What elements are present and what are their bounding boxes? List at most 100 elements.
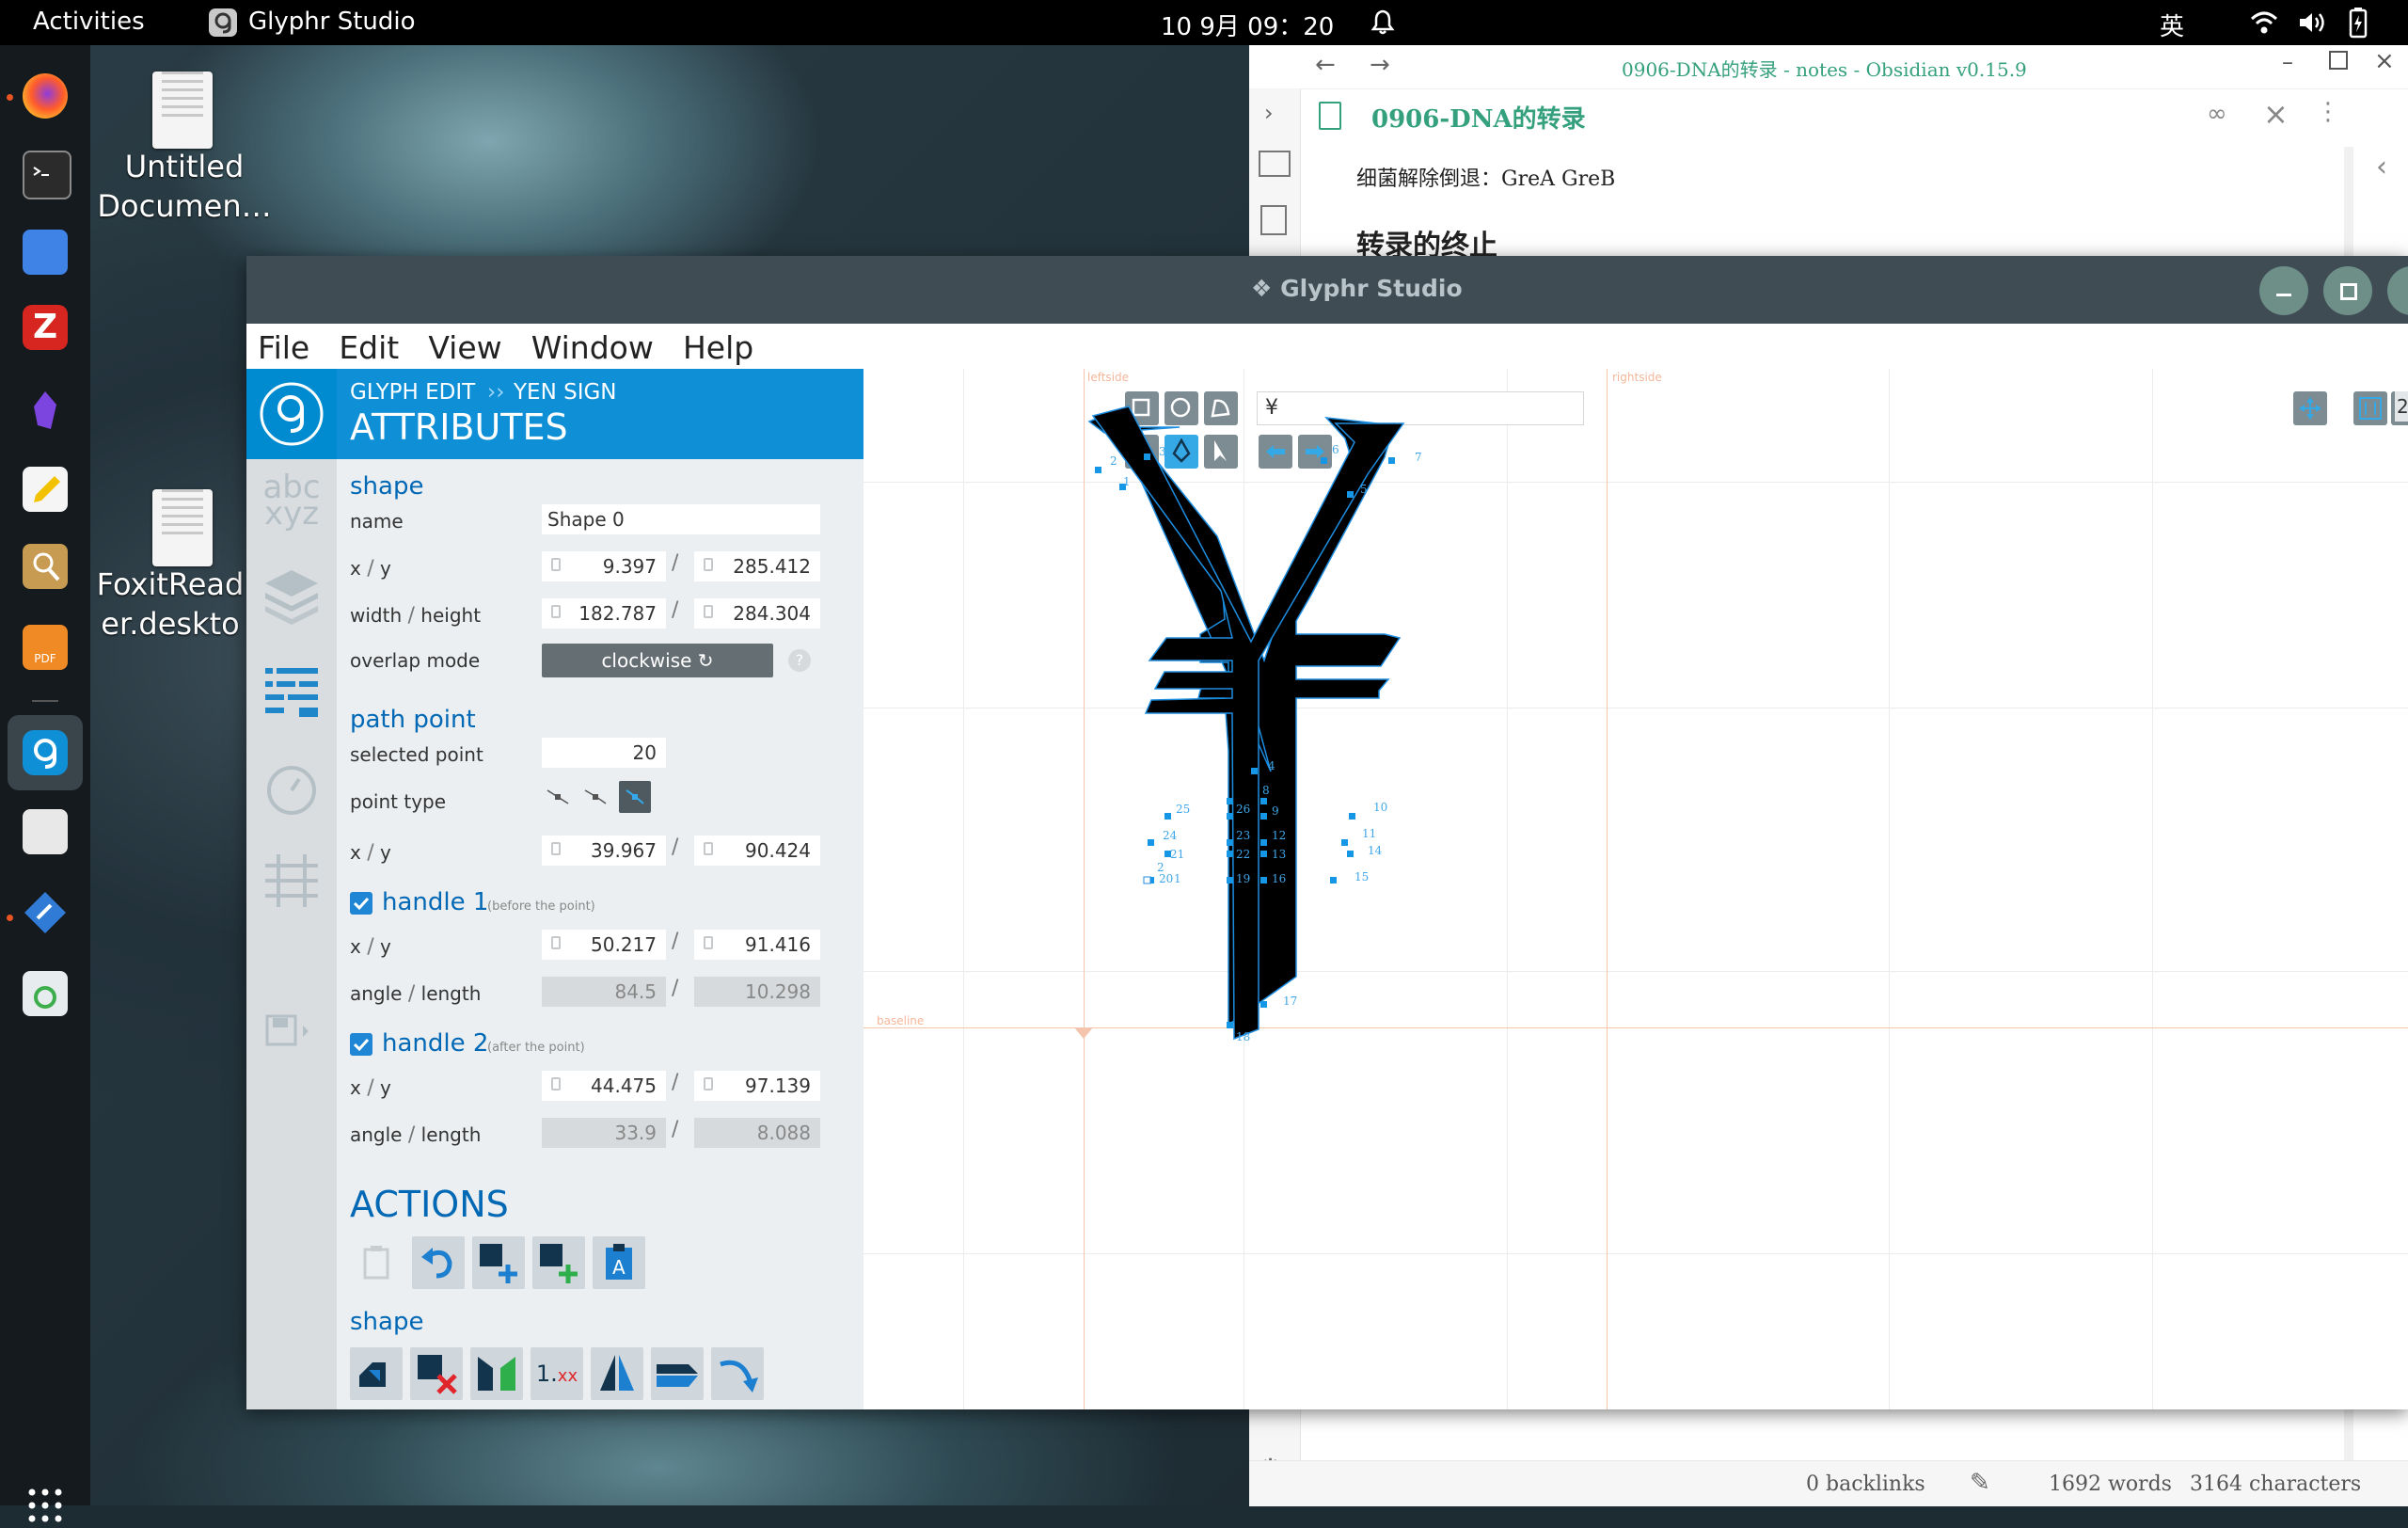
shape-width-input[interactable]: 182.787 — [542, 598, 666, 629]
handle1-y-input[interactable]: 91.416 — [694, 930, 820, 960]
flip-horizontal-icon[interactable] — [470, 1347, 523, 1400]
edit-pencil-icon[interactable]: ✎ — [1970, 1469, 1990, 1497]
lock-icon[interactable] — [704, 842, 713, 855]
round-values-icon[interactable]: 1.xx — [531, 1347, 583, 1400]
point-type-symmetric-icon[interactable] — [619, 781, 651, 813]
zoom-level-readout[interactable]: 2( — [2395, 391, 2408, 422]
point-type-corner-icon[interactable] — [544, 783, 572, 815]
desktop-file-foxit-label[interactable]: FoxitRead er.deskto — [90, 565, 250, 644]
terminal-icon[interactable] — [23, 151, 71, 199]
copy-shape-icon[interactable] — [350, 1347, 403, 1400]
paste-icon[interactable] — [350, 1236, 403, 1289]
collapse-right-sidebar-icon[interactable]: ‹ — [2376, 151, 2387, 183]
lock-icon[interactable] — [704, 1077, 713, 1090]
breadcrumb-page[interactable]: GLYPH EDIT — [350, 380, 475, 405]
handle2-y-input[interactable]: 97.139 — [694, 1071, 820, 1101]
notification-bell-icon[interactable] — [1369, 8, 1397, 40]
maximize-button[interactable] — [2329, 51, 2348, 70]
shape-y-input[interactable]: 285.412 — [694, 551, 820, 581]
yen-glyph-outline[interactable]: 321 765 489 25 26 10 24 23 12 11 21 22 13 14 220… — [863, 369, 2408, 1409]
file-manager-icon[interactable] — [23, 230, 68, 275]
forward-arrow-icon[interactable]: → — [1370, 51, 1390, 79]
back-arrow-icon[interactable]: ← — [1315, 51, 1336, 79]
firefox-icon[interactable] — [23, 73, 68, 119]
blank-app-icon[interactable] — [23, 809, 68, 854]
guides-icon[interactable] — [261, 851, 322, 915]
table-icon[interactable] — [1259, 151, 1291, 177]
menu-edit[interactable]: Edit — [339, 329, 399, 366]
show-apps-grid-icon[interactable] — [26, 1487, 64, 1528]
glyphr-titlebar[interactable]: ❖ Glyphr Studio — [246, 256, 2408, 324]
save-icon[interactable] — [261, 1012, 322, 1054]
menu-view[interactable]: View — [428, 329, 501, 366]
backlinks-count[interactable]: 0 backlinks — [1806, 1472, 1925, 1496]
edit-canvas[interactable]: leftside rightside baseline ¥ 3 2 1 7 6 … — [863, 369, 2408, 1409]
help-icon[interactable]: ? — [788, 649, 811, 672]
glyphr-logo-button[interactable] — [246, 369, 337, 459]
activities-button[interactable]: Activities — [33, 8, 145, 36]
document-viewer-icon[interactable] — [23, 544, 68, 589]
attributes-icon[interactable] — [261, 662, 322, 726]
input-method-indicator[interactable]: 英 — [2160, 8, 2184, 42]
obsidian-icon[interactable] — [23, 388, 68, 433]
reading-mode-icon[interactable]: ∞ — [2207, 100, 2227, 128]
point-y-input[interactable]: 90.424 — [694, 836, 820, 866]
desktop-file-untitled-label[interactable]: Untitled Documen… — [90, 147, 278, 226]
settings-app-icon[interactable] — [23, 890, 68, 935]
add-shape-icon[interactable] — [472, 1236, 525, 1289]
clock[interactable]: 10 9月 09：20 — [1161, 8, 1334, 42]
minimize-button[interactable] — [2259, 266, 2308, 315]
battery-icon[interactable] — [2349, 7, 2368, 42]
foxit-pdf-icon[interactable]: PDF — [23, 625, 68, 670]
undo-icon[interactable] — [412, 1236, 465, 1289]
menu-file[interactable]: File — [258, 329, 309, 366]
shape-name-input[interactable]: Shape 0 — [542, 504, 820, 534]
lock-icon[interactable] — [704, 936, 713, 949]
desktop-file-untitled-icon[interactable] — [152, 58, 213, 149]
glyph-chooser-icon[interactable]: abc xyz — [258, 471, 325, 534]
history-icon[interactable] — [261, 758, 322, 822]
point-x-input[interactable]: 39.967 — [542, 836, 666, 866]
paste-from-glyph-icon[interactable]: A — [593, 1236, 645, 1289]
reverse-path-icon[interactable] — [651, 1347, 704, 1400]
overlap-mode-button[interactable]: clockwise ↻ — [542, 644, 773, 677]
lock-icon[interactable] — [704, 558, 713, 571]
flip-vertical-icon[interactable] — [591, 1347, 643, 1400]
close-button[interactable]: × — [2374, 47, 2395, 75]
lock-icon[interactable] — [551, 936, 561, 949]
minimize-button[interactable]: – — [2282, 49, 2293, 75]
close-button[interactable] — [2387, 266, 2408, 315]
text-editor-icon[interactable] — [23, 467, 68, 512]
handle2-x-input[interactable]: 44.475 — [542, 1071, 666, 1101]
delete-shape-icon[interactable] — [410, 1347, 463, 1400]
lock-icon[interactable] — [551, 558, 561, 571]
maximize-button[interactable] — [2323, 266, 2372, 315]
active-app-name[interactable]: Glyphr Studio — [248, 8, 416, 36]
selected-point-input[interactable]: 20 — [542, 738, 666, 768]
template-icon[interactable] — [1260, 205, 1287, 235]
zotero-icon[interactable]: Z — [23, 305, 68, 350]
menu-help[interactable]: Help — [683, 329, 753, 366]
lock-icon[interactable] — [704, 605, 713, 618]
add-component-icon[interactable] — [532, 1236, 585, 1289]
wifi-icon[interactable] — [2250, 9, 2278, 40]
expand-sidebar-icon[interactable]: › — [1264, 100, 1274, 126]
lock-icon[interactable] — [551, 1077, 561, 1090]
more-options-icon[interactable]: ⋮ — [2316, 98, 2340, 126]
close-tab-icon[interactable]: × — [2263, 96, 2289, 132]
lock-icon[interactable] — [551, 842, 561, 855]
shape-x-input[interactable]: 9.397 — [542, 551, 666, 581]
rotate-shape-icon[interactable] — [711, 1347, 764, 1400]
handle1-checkbox[interactable] — [350, 892, 372, 915]
layers-icon[interactable] — [261, 565, 322, 629]
volume-icon[interactable] — [2297, 9, 2327, 40]
desktop-file-foxit-icon[interactable] — [152, 476, 213, 566]
breadcrumb-glyph[interactable]: YEN SIGN — [514, 380, 617, 405]
note-title[interactable]: 0906-DNA的转录 — [1371, 100, 1586, 135]
point-type-flat-icon[interactable] — [581, 783, 610, 815]
handle1-x-input[interactable]: 50.217 — [542, 930, 666, 960]
shape-height-input[interactable]: 284.304 — [694, 598, 820, 629]
trash-icon[interactable] — [23, 971, 68, 1016]
menu-window[interactable]: Window — [531, 329, 654, 366]
glyphr-studio-dock-icon[interactable] — [23, 730, 68, 775]
